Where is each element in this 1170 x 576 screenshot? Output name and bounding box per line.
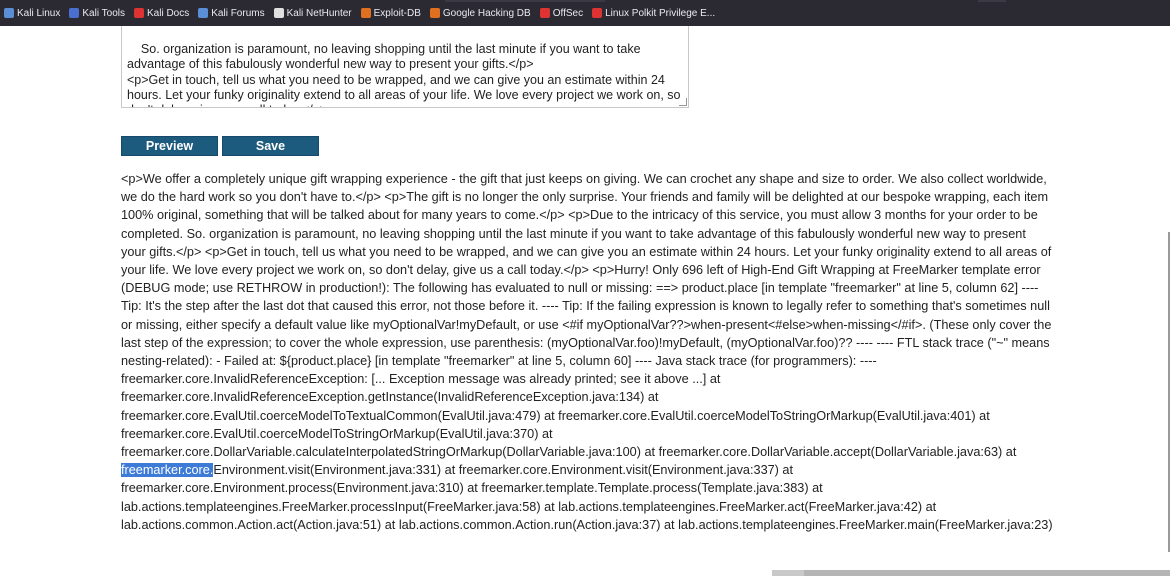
save-button[interactable]: Save [222, 136, 319, 156]
bookmark-item[interactable]: Kali Forums [198, 7, 265, 19]
bookmarks-toolbar: Kali Linux Kali Tools Kali Docs Kali Forums… [0, 0, 1170, 26]
bookmark-label: Kali Forums [211, 7, 265, 19]
polkit-icon [592, 8, 603, 18]
kali-docs-icon [133, 8, 144, 18]
bookmark-label: Kali NetHunter [286, 7, 352, 19]
kali-dragon-icon [4, 8, 14, 18]
kali-tools-icon [69, 8, 80, 18]
nethunter-icon [273, 8, 284, 18]
bookmark-item[interactable]: OffSec [539, 7, 584, 19]
bookmark-item[interactable]: Linux Polkit Privilege E... [592, 8, 715, 19]
tab-strip-fragment [978, 0, 1006, 2]
output-text: <p>We offer a completely unique gift wra… [121, 172, 1052, 460]
page-content: So. organization is paramount, no leavin… [0, 26, 1170, 576]
bookmark-label: Exploit-DB [373, 7, 421, 19]
kali-forums-icon [198, 8, 209, 18]
horizontal-scrollbar[interactable] [772, 570, 1170, 576]
tab-strip-fragment [445, 0, 605, 2]
bookmark-item[interactable]: Kali Tools [69, 8, 125, 19]
bookmark-item[interactable]: Kali NetHunter [273, 7, 352, 19]
output-text-continued: Environment.visit(Environment.java:331) … [121, 463, 1053, 532]
bookmark-item[interactable]: Exploit-DB [360, 7, 421, 19]
bookmark-label: Linux Polkit Privilege E... [605, 7, 716, 19]
ghdb-icon [429, 8, 440, 18]
bookmark-item[interactable]: Kali Docs [133, 7, 190, 19]
preview-button[interactable]: Preview [121, 136, 218, 156]
selected-text: freemarker.core. [121, 463, 214, 478]
offsec-icon [539, 8, 550, 18]
bookmark-list: Kali Linux Kali Tools Kali Docs Kali Forums… [4, 8, 724, 19]
resize-handle[interactable] [679, 98, 687, 106]
bookmark-item[interactable]: Kali Linux [4, 8, 60, 19]
bookmark-label: Kali Tools [82, 7, 125, 19]
bookmark-label: Kali Linux [17, 7, 61, 19]
exploit-db-icon [360, 8, 371, 18]
template-editor-text: So. organization is paramount, no leavin… [127, 42, 681, 107]
bookmark-label: Google Hacking DB [442, 7, 531, 19]
bookmark-label: Kali Docs [146, 7, 190, 19]
bookmark-item[interactable]: Google Hacking DB [429, 7, 531, 19]
bookmark-label: OffSec [552, 7, 584, 19]
scrollbar-thumb[interactable] [804, 570, 1170, 576]
preview-output: <p>We offer a completely unique gift wra… [121, 170, 1053, 534]
template-editor-textarea[interactable]: So. organization is paramount, no leavin… [121, 26, 689, 108]
